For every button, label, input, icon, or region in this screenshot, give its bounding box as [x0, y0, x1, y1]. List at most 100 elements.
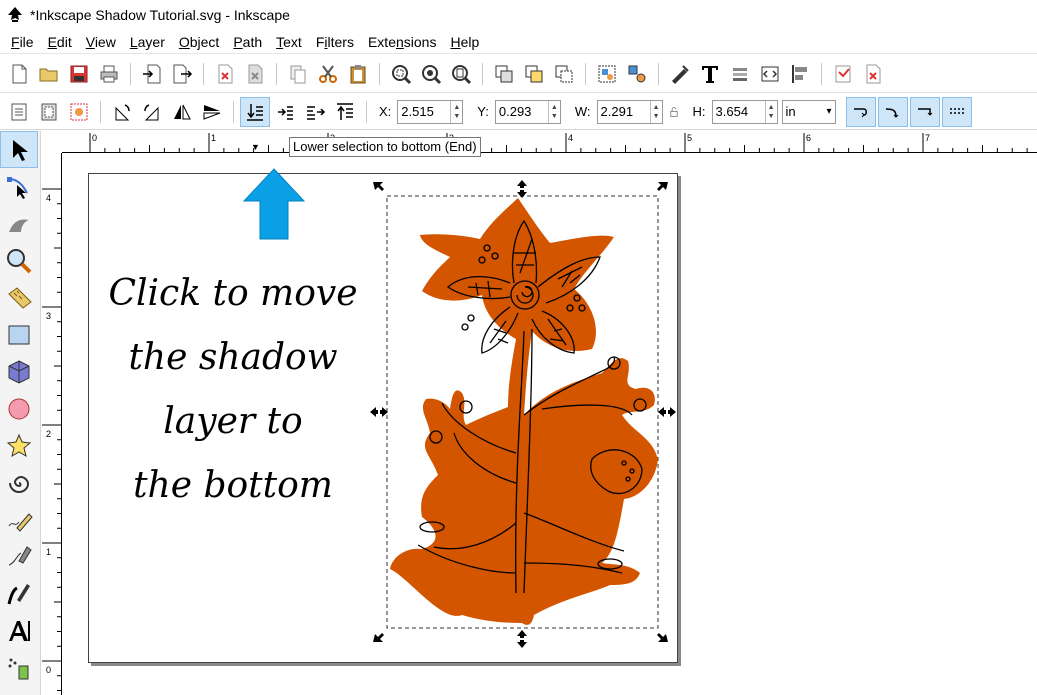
- lower-button[interactable]: [270, 97, 300, 127]
- menu-help[interactable]: Help: [443, 30, 486, 54]
- pencil-tool[interactable]: [0, 501, 38, 538]
- text-tool[interactable]: [0, 612, 38, 649]
- menu-path[interactable]: Path: [226, 30, 269, 54]
- scale-handle-top[interactable]: [517, 180, 527, 198]
- scale-corners-toggle[interactable]: [877, 96, 908, 127]
- menu-bar: File Edit View Layer Object Path Text Fi…: [0, 30, 1037, 54]
- zoom-drawing-button[interactable]: [416, 59, 446, 89]
- box-3d-tool[interactable]: [0, 353, 38, 390]
- new-document-button[interactable]: [4, 59, 34, 89]
- w-spinbox[interactable]: ▲▼: [596, 99, 663, 124]
- spin-up-icon[interactable]: ▲: [653, 103, 660, 112]
- spin-up-icon[interactable]: ▲: [768, 103, 775, 112]
- unit-select[interactable]: in ▾: [781, 99, 836, 124]
- vertical-ruler[interactable]: 4 3 2 1 0: [41, 153, 62, 695]
- cut-button[interactable]: [313, 59, 343, 89]
- menu-edit[interactable]: Edit: [41, 30, 79, 54]
- tweak-tool[interactable]: [0, 205, 38, 242]
- scale-handle-bottom-right[interactable]: [657, 633, 668, 642]
- spin-down-icon[interactable]: ▼: [768, 112, 775, 121]
- undo-button[interactable]: [210, 59, 240, 89]
- fill-stroke-button[interactable]: [665, 59, 695, 89]
- zoom-page-button[interactable]: [446, 59, 476, 89]
- spin-up-icon[interactable]: ▲: [453, 103, 460, 112]
- flip-horizontal-button[interactable]: [167, 97, 197, 127]
- xml-editor-button[interactable]: [755, 59, 785, 89]
- menu-file[interactable]: File: [4, 30, 41, 54]
- rotate-cw-button[interactable]: [137, 97, 167, 127]
- menu-text[interactable]: Text: [269, 30, 309, 54]
- y-input[interactable]: [495, 100, 548, 123]
- pen-tool[interactable]: [0, 538, 38, 575]
- text-font-button[interactable]: [695, 59, 725, 89]
- layers-button[interactable]: [725, 59, 755, 89]
- ungroup-button[interactable]: [622, 59, 652, 89]
- selector-tool[interactable]: [0, 131, 38, 168]
- preferences-button[interactable]: [828, 59, 858, 89]
- x-spin-arrows[interactable]: ▲ ▼: [450, 100, 462, 123]
- duplicate-icon: [495, 65, 513, 82]
- x-input[interactable]: [398, 100, 451, 123]
- lower-to-bottom-button[interactable]: [240, 96, 270, 127]
- spin-up-icon[interactable]: ▲: [551, 103, 558, 112]
- node-tool[interactable]: [0, 168, 38, 205]
- zoom-selection-button[interactable]: [386, 59, 416, 89]
- scale-handle-bottom[interactable]: [517, 630, 527, 648]
- scale-handle-top-left[interactable]: [373, 182, 384, 191]
- menu-view[interactable]: View: [79, 30, 123, 54]
- transform-patterns-toggle[interactable]: [941, 96, 972, 127]
- unlink-clone-button[interactable]: [549, 59, 579, 89]
- menu-extensions[interactable]: Extensions: [361, 30, 444, 54]
- paste-button[interactable]: [343, 59, 373, 89]
- import-button[interactable]: [137, 59, 167, 89]
- rotate-ccw-button[interactable]: [107, 97, 137, 127]
- w-spin-arrows[interactable]: ▲ ▼: [649, 100, 662, 123]
- ellipse-tool[interactable]: [0, 390, 38, 427]
- print-button[interactable]: [94, 59, 124, 89]
- lock-ratio-button[interactable]: [663, 97, 685, 127]
- h-spinbox[interactable]: ▲▼: [711, 99, 778, 124]
- y-spinbox[interactable]: ▲▼: [494, 99, 561, 124]
- spin-down-icon[interactable]: ▼: [653, 112, 660, 121]
- scale-handle-left[interactable]: [370, 407, 388, 417]
- deselect-button[interactable]: [64, 97, 94, 127]
- select-all-button[interactable]: [4, 97, 34, 127]
- scale-handle-top-right[interactable]: [657, 182, 668, 191]
- transform-gradients-toggle[interactable]: [909, 96, 940, 127]
- select-all-layers-button[interactable]: [34, 97, 64, 127]
- menu-layer[interactable]: Layer: [123, 30, 172, 54]
- copy-button[interactable]: [283, 59, 313, 89]
- export-button[interactable]: [167, 59, 197, 89]
- redo-button[interactable]: [240, 59, 270, 89]
- duplicate-button[interactable]: [489, 59, 519, 89]
- measure-tool[interactable]: [0, 279, 38, 316]
- align-distribute-button[interactable]: [785, 59, 815, 89]
- h-spin-arrows[interactable]: ▲ ▼: [764, 100, 777, 123]
- horizontal-ruler[interactable]: 0 1 2 3 4 5 6 7 ▼: [62, 131, 1037, 153]
- rectangle-tool[interactable]: [0, 316, 38, 353]
- raise-button[interactable]: [300, 97, 330, 127]
- x-spinbox[interactable]: ▲▼: [397, 99, 464, 124]
- menu-object[interactable]: Object: [172, 30, 226, 54]
- scale-stroke-toggle[interactable]: [845, 96, 876, 127]
- scale-handle-right[interactable]: [658, 407, 676, 417]
- spin-down-icon[interactable]: ▼: [453, 112, 460, 121]
- open-button[interactable]: [34, 59, 64, 89]
- document-properties-button[interactable]: [858, 59, 888, 89]
- scale-handle-bottom-left[interactable]: [373, 633, 384, 642]
- w-input[interactable]: [597, 100, 650, 123]
- h-input[interactable]: [712, 100, 765, 123]
- clone-button[interactable]: [519, 59, 549, 89]
- menu-filters[interactable]: Filters: [309, 30, 361, 54]
- spray-tool[interactable]: [0, 649, 38, 686]
- y-spin-arrows[interactable]: ▲ ▼: [547, 100, 560, 123]
- spin-down-icon[interactable]: ▼: [551, 112, 558, 121]
- raise-to-top-button[interactable]: [330, 97, 360, 127]
- zoom-tool[interactable]: [0, 242, 38, 279]
- spiral-tool[interactable]: [0, 464, 38, 501]
- group-button[interactable]: [592, 59, 622, 89]
- save-button[interactable]: [64, 59, 94, 89]
- calligraphy-tool[interactable]: [0, 575, 38, 612]
- flip-vertical-button[interactable]: [197, 97, 227, 127]
- star-tool[interactable]: [0, 427, 38, 464]
